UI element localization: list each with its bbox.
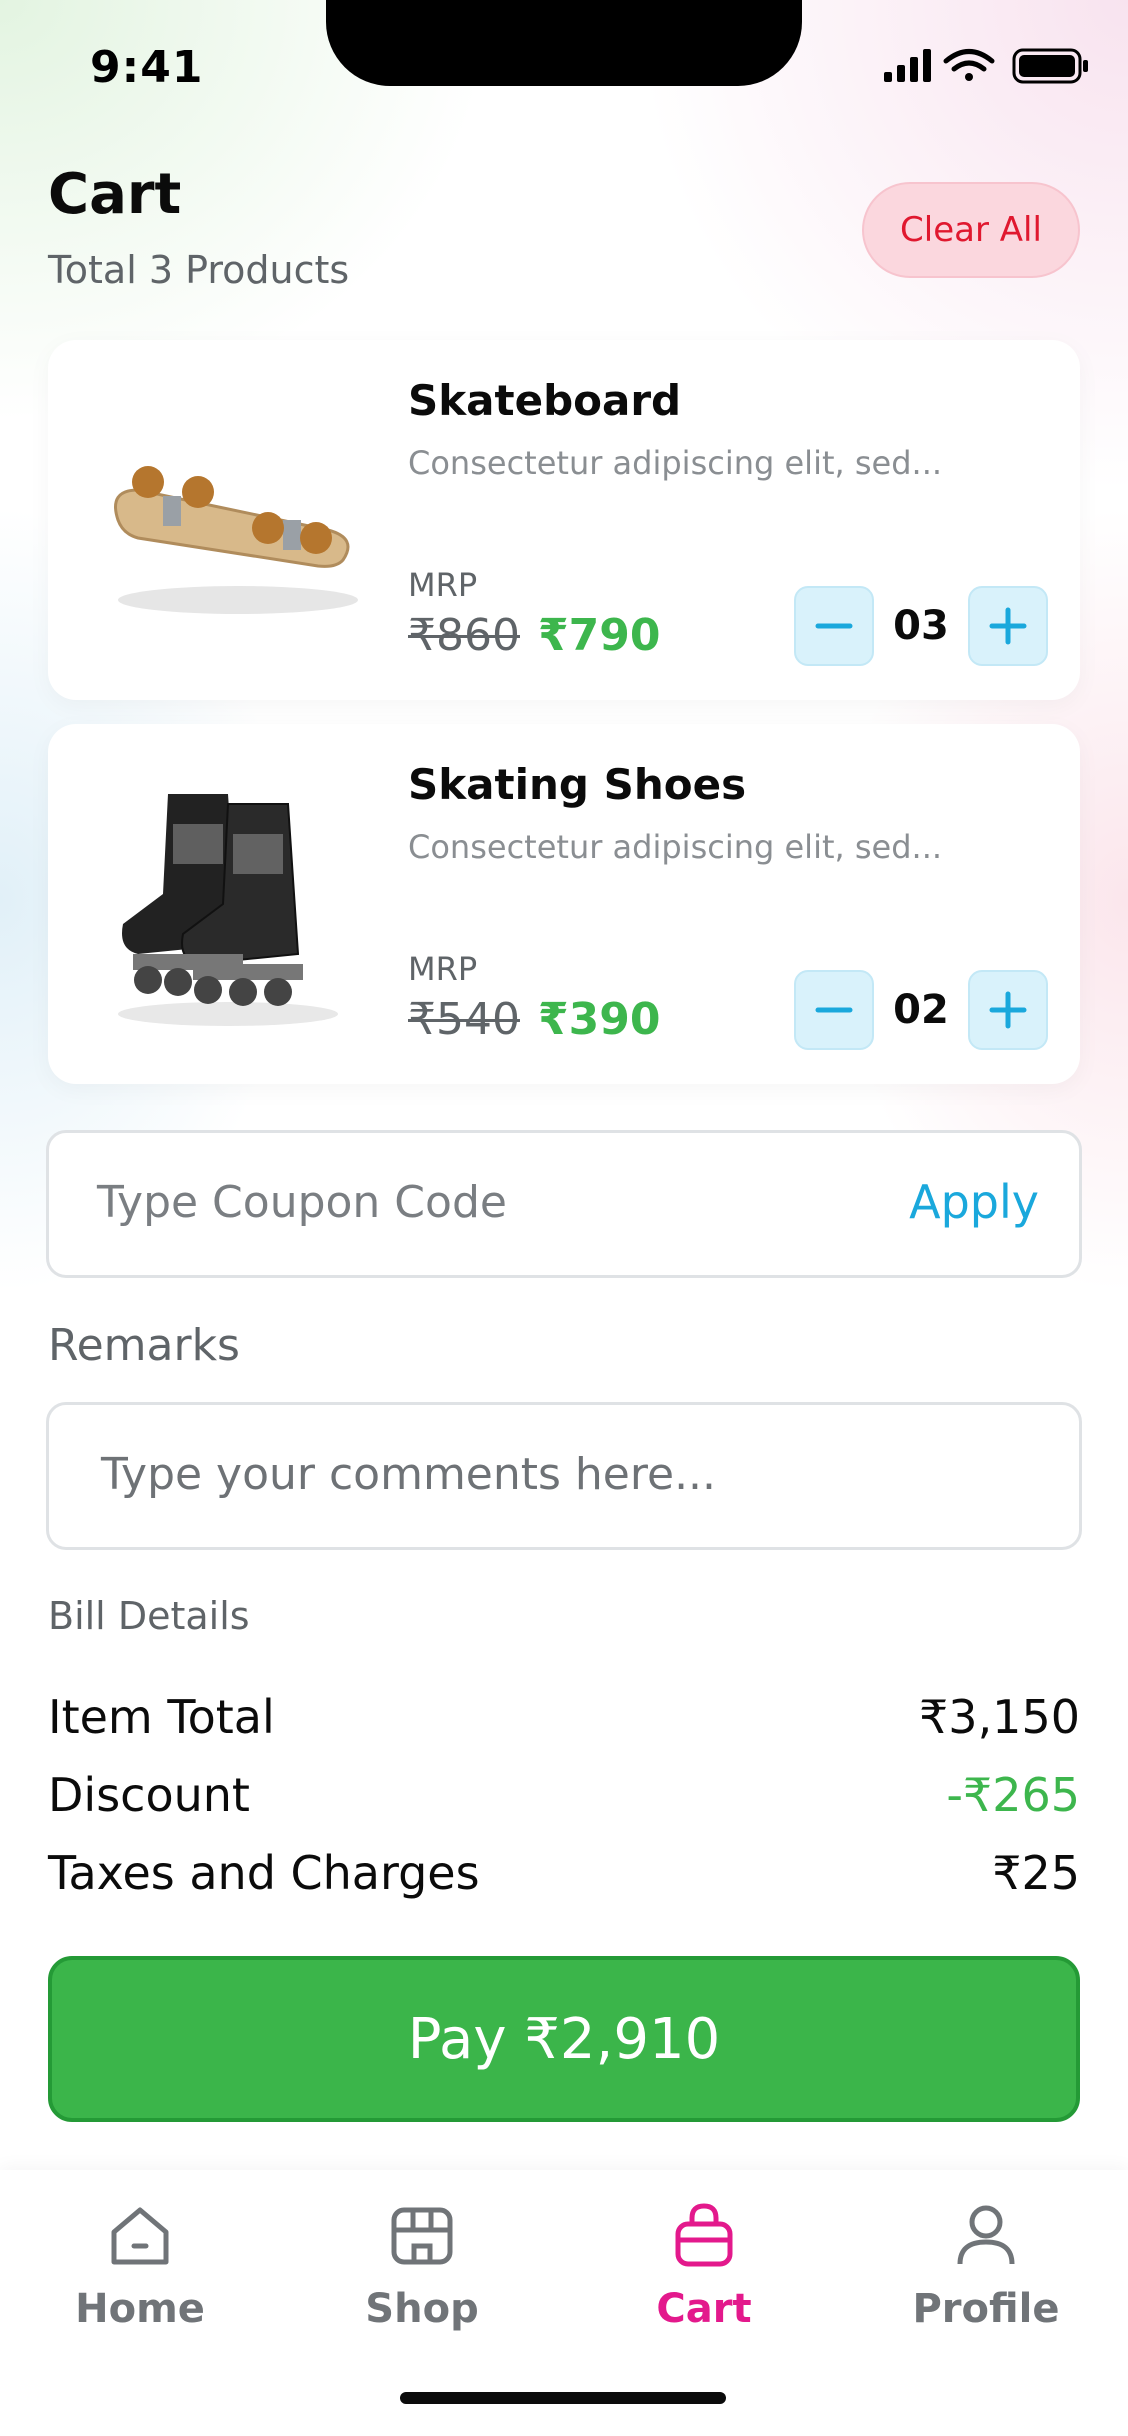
cart-item-card: Skating Shoes Consectetur adipiscing eli… — [48, 724, 1080, 1084]
original-price: ₹860 — [408, 610, 520, 661]
nav-item-shop[interactable]: Shop — [302, 2200, 542, 2332]
cart-bag-icon — [675, 2203, 733, 2267]
bill-row-taxes: Taxes and Charges ₹25 — [48, 1846, 1080, 1900]
status-time: 9:41 — [90, 42, 204, 93]
shop-icon — [391, 2207, 453, 2265]
discounted-price: ₹790 — [538, 610, 661, 661]
clear-all-button[interactable]: Clear All — [862, 182, 1080, 278]
increase-quantity-button[interactable] — [968, 586, 1048, 666]
nav-label: Shop — [365, 2286, 479, 2332]
cart-item-card: Skateboard Consectetur adipiscing elit, … — [48, 340, 1080, 700]
plus-icon — [989, 991, 1027, 1029]
bill-row-discount: Discount -₹265 — [48, 1768, 1080, 1822]
remarks-label: Remarks — [48, 1320, 240, 1371]
remarks-placeholder: Type your comments here... — [101, 1449, 717, 1500]
nav-item-cart[interactable]: Cart — [584, 2200, 824, 2332]
coupon-placeholder: Type Coupon Code — [97, 1177, 507, 1228]
page-title: Cart — [48, 162, 182, 227]
nav-item-profile[interactable]: Profile — [866, 2200, 1106, 2332]
discounted-price: ₹390 — [538, 994, 661, 1045]
mrp-label: MRP — [408, 566, 478, 604]
nav-item-home[interactable]: Home — [20, 2200, 260, 2332]
bill-row-item-total: Item Total ₹3,150 — [48, 1690, 1080, 1744]
decrease-quantity-button[interactable] — [794, 970, 874, 1050]
bill-value: ₹3,150 — [919, 1690, 1080, 1744]
apply-coupon-button[interactable]: Apply — [909, 1175, 1039, 1229]
bottom-nav: Home Shop Cart Profile — [0, 2170, 1128, 2436]
bill-label: Taxes and Charges — [48, 1846, 480, 1900]
bill-details-title: Bill Details — [48, 1594, 250, 1638]
minus-icon — [815, 623, 853, 629]
product-count: Total 3 Products — [48, 248, 350, 292]
status-icons — [884, 48, 1088, 84]
remarks-input[interactable]: Type your comments here... — [46, 1402, 1082, 1550]
battery-icon — [1012, 48, 1088, 84]
nav-label: Home — [75, 2286, 205, 2332]
product-description: Consectetur adipiscing elit, sed... — [408, 444, 943, 482]
home-indicator — [400, 2392, 726, 2404]
quantity-value: 03 — [893, 603, 949, 649]
minus-icon — [815, 1007, 853, 1013]
plus-icon — [989, 607, 1027, 645]
coupon-input[interactable]: Type Coupon Code Apply — [46, 1130, 1082, 1278]
bill-label: Item Total — [48, 1690, 275, 1744]
pay-button[interactable]: Pay ₹2,910 — [48, 1956, 1080, 2122]
product-name: Skating Shoes — [408, 760, 747, 809]
signal-icon — [884, 49, 931, 82]
nav-label: Profile — [912, 2286, 1060, 2332]
increase-quantity-button[interactable] — [968, 970, 1048, 1050]
skating-shoes-image — [118, 794, 338, 1026]
wifi-icon — [943, 49, 995, 81]
quantity-value: 02 — [893, 987, 949, 1033]
original-price: ₹540 — [408, 994, 520, 1045]
home-icon — [111, 2207, 169, 2265]
device-notch — [326, 0, 802, 86]
decrease-quantity-button[interactable] — [794, 586, 874, 666]
product-description: Consectetur adipiscing elit, sed... — [408, 828, 943, 866]
skateboard-image — [114, 466, 358, 614]
nav-label: Cart — [656, 2286, 752, 2332]
bill-value: ₹25 — [992, 1846, 1080, 1900]
mrp-label: MRP — [408, 950, 478, 988]
bill-label: Discount — [48, 1768, 250, 1822]
profile-icon — [957, 2205, 1015, 2265]
bill-value: -₹265 — [946, 1768, 1080, 1822]
product-name: Skateboard — [408, 376, 682, 425]
